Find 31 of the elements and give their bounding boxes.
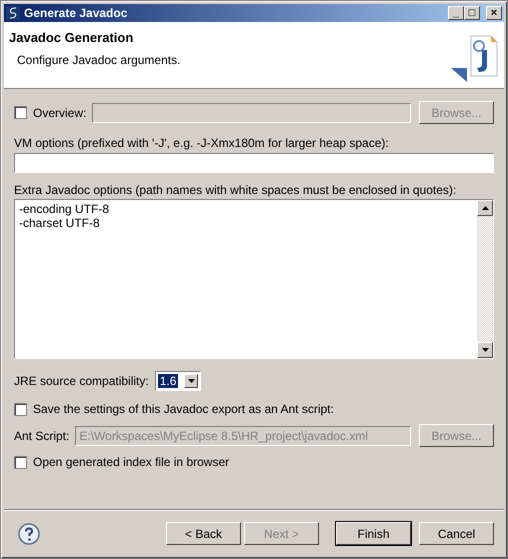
jre-dropdown[interactable]: 1.6	[154, 371, 202, 391]
wizard-button[interactable]: < Back	[166, 522, 241, 545]
scrollbar[interactable]	[477, 200, 493, 358]
window-control-button[interactable]: ×	[486, 6, 502, 20]
window-control-button[interactable]: _	[448, 6, 464, 20]
app-icon	[6, 6, 20, 20]
window-title: Generate Javadoc	[24, 6, 128, 20]
vm-options-label: VM options (prefixed with '-J', e.g. -J-Xmx180m for larger heap space):	[14, 136, 390, 150]
down-arrow-icon	[482, 348, 488, 352]
down-arrow-icon	[188, 379, 195, 383]
page-description: Configure Javadoc arguments.	[16, 53, 182, 67]
help-icon[interactable]	[18, 522, 40, 544]
option-line: -encoding UTF-8	[19, 202, 110, 216]
jre-label: JRE source compatibility:	[14, 374, 149, 388]
ant-script-label: Ant Script:	[14, 428, 70, 442]
option-line: -charset UTF-8	[19, 216, 101, 230]
open-index-label: Open generated index file in browser	[33, 455, 230, 469]
jre-value: 1.6	[158, 374, 178, 388]
wizard-button[interactable]: Cancel	[419, 522, 494, 545]
up-arrow-icon	[482, 206, 488, 210]
overview-label: Overview:	[33, 106, 86, 120]
page-title: Javadoc Generation	[9, 30, 134, 45]
extra-options-textarea[interactable]: -encoding UTF-8 -charset UTF-8	[14, 199, 494, 359]
checkbox[interactable]	[14, 106, 27, 119]
save-ant-label: Save the settings of this Javadoc export as an Ant script:	[33, 402, 334, 416]
wizard-button[interactable]: Finish	[336, 522, 411, 545]
checkbox[interactable]	[14, 402, 27, 416]
extra-options-label: Extra Javadoc options (path names with white spaces must be enclosed in quotes):	[14, 183, 458, 197]
vm-options-field[interactable]	[14, 153, 494, 173]
checkbox[interactable]	[14, 456, 27, 468]
window-control-button[interactable]: □	[464, 6, 480, 20]
